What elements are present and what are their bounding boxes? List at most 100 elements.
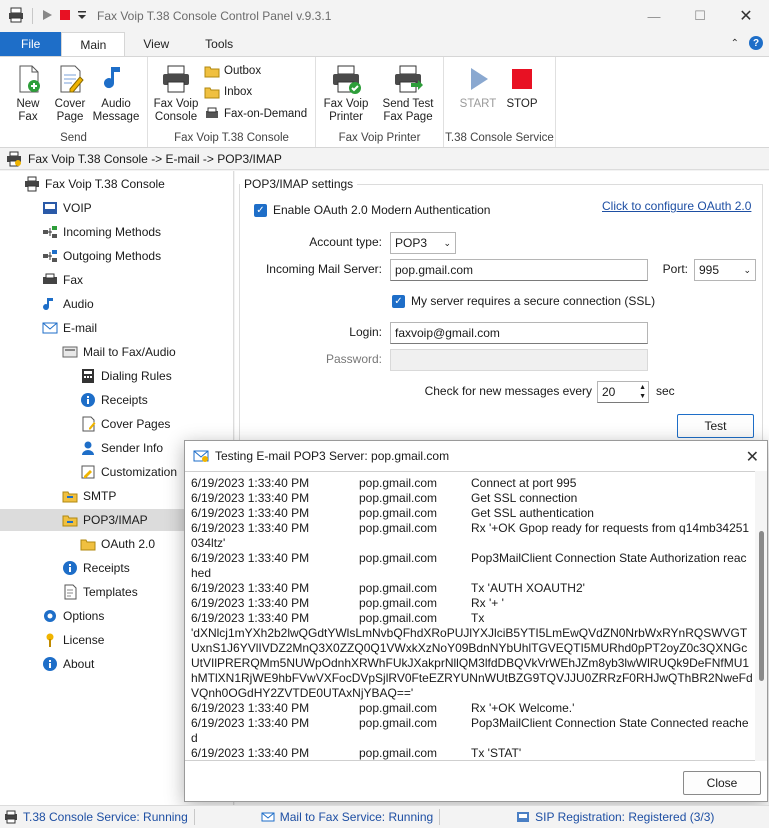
license-icon	[46, 633, 54, 647]
test-button[interactable]: Test	[677, 414, 754, 438]
options-icon	[44, 610, 56, 622]
stepper-arrows-icon[interactable]: ▲ ▼	[639, 383, 646, 401]
breadcrumb-text: Fax Voip T.38 Console -> E-mail -> POP3/…	[28, 151, 282, 166]
quick-access-toolbar	[0, 7, 87, 26]
check-interval-unit: sec	[656, 384, 675, 398]
log-scrollbar[interactable]	[755, 471, 767, 761]
log-time: 6/19/2023 1:33:40 PM	[191, 611, 310, 625]
log-row: 6/19/2023 1:33:40 PM pop.gmail.com Rx '+OK…	[185, 701, 767, 716]
log-row: 6/19/2023 1:33:40 PM pop.gmail.com Pop3Mai…	[185, 716, 767, 746]
tree-item[interactable]: Fax Voip T.38 Console	[0, 173, 233, 195]
tree-item[interactable]: E-mail	[0, 317, 233, 339]
tree-item[interactable]: Receipts	[0, 389, 233, 411]
start-icon	[471, 68, 488, 90]
dialog-title: Testing E-mail POP3 Server: pop.gmail.co…	[215, 449, 450, 463]
enable-oauth-checkbox[interactable]: ✓ Enable OAuth 2.0 Modern Authentication	[254, 203, 490, 217]
tab-file[interactable]: File	[0, 32, 62, 56]
info-icon	[81, 393, 95, 407]
pop3-icon	[62, 515, 78, 527]
close-dialog-button[interactable]: Close	[683, 771, 761, 795]
log-row: 6/19/2023 1:33:40 PM pop.gmail.com Tx 'STA…	[185, 746, 767, 760]
tree-item-label: Sender Info	[101, 441, 164, 455]
status-mail-to-fax[interactable]: Mail to Fax Service: Running	[257, 810, 437, 824]
log-row: 6/19/2023 1:33:40 PM pop.gmail.com Tx	[185, 611, 767, 626]
log-host: pop.gmail.com	[359, 476, 438, 490]
fax-on-demand-icon	[206, 107, 218, 118]
send-test-fax-page-button[interactable]: Send Test Fax Page	[378, 63, 438, 124]
ribbon-group-label: Fax Voip T.38 Console	[174, 132, 289, 144]
tree-item-label: Receipts	[83, 561, 130, 575]
inbox-icon	[204, 87, 220, 99]
password-input[interactable]	[390, 349, 648, 371]
tree-item[interactable]: Cover Pages	[0, 413, 233, 435]
log-time: 6/19/2023 1:33:40 PM	[191, 746, 310, 760]
qa-start-icon[interactable]	[41, 9, 53, 24]
ribbon-group-label: Fax Voip Printer	[338, 132, 421, 144]
check-interval-stepper[interactable]: 20 ▲ ▼	[597, 381, 649, 403]
tree-item-label: Dialing Rules	[101, 369, 172, 383]
incoming-server-input[interactable]: pop.gmail.com	[390, 259, 648, 281]
qa-dropdown-icon[interactable]	[77, 9, 87, 24]
ssl-checkbox[interactable]: ✓ My server requires a secure connection…	[392, 294, 655, 308]
account-type-select[interactable]: POP3 ⌄	[390, 232, 456, 254]
tree-item-label: Fax	[63, 273, 84, 287]
audio-message-button[interactable]: Audio Message	[93, 63, 139, 124]
qa-stop-icon[interactable]	[59, 9, 71, 24]
log-host: pop.gmail.com	[359, 581, 438, 595]
tree-item[interactable]: Audio	[0, 293, 233, 315]
tree-item[interactable]: Outgoing Methods	[0, 245, 233, 267]
tree-item-label: About	[63, 657, 95, 671]
outbox-button[interactable]: Outbox	[204, 63, 261, 79]
smtp-icon	[62, 491, 78, 503]
status-sip[interactable]: SIP Registration: Registered (3/3)	[512, 810, 718, 824]
incoming-methods-icon	[43, 226, 57, 238]
maximize-icon[interactable]: ☐	[677, 0, 723, 32]
port-select[interactable]: 995 ⌄	[694, 259, 756, 281]
inbox-button[interactable]: Inbox	[204, 84, 252, 100]
tree-item[interactable]: Incoming Methods	[0, 221, 233, 243]
tree-item[interactable]: VOIP	[0, 197, 233, 219]
status-service[interactable]: T.38 Console Service: Running	[0, 810, 192, 824]
tree-item-label: Fax Voip T.38 Console	[45, 177, 165, 191]
password-label: Password:	[325, 352, 382, 366]
collapse-ribbon-icon[interactable]: ⌃	[731, 38, 739, 49]
tree-item[interactable]: Dialing Rules	[0, 365, 233, 387]
outgoing-methods-icon	[43, 250, 57, 262]
log-time: 6/19/2023 1:33:40 PM	[191, 716, 310, 730]
fax-voip-console-button[interactable]: Fax Voip Console	[152, 63, 200, 124]
log-host: pop.gmail.com	[359, 506, 438, 520]
new-fax-button[interactable]: New Fax	[8, 63, 48, 124]
minimize-icon[interactable]: —	[631, 0, 677, 32]
close-window-icon[interactable]: ✕	[723, 0, 769, 32]
stop-service-button[interactable]: STOP	[502, 63, 542, 111]
audio-icon	[43, 298, 53, 311]
tab-tools[interactable]: Tools	[187, 32, 251, 56]
log-row: 6/19/2023 1:33:40 PM pop.gmail.com Rx '+OK…	[185, 521, 767, 551]
fax-voip-printer-button[interactable]: Fax Voip Printer	[320, 63, 372, 124]
start-service-button[interactable]: START	[458, 63, 498, 111]
log-row: 'dXNlcj1mYXh2b2lwQGdtYWlsLmNvbQFhdXRoPUJ…	[185, 626, 767, 701]
scrollbar-thumb[interactable]	[759, 531, 764, 681]
ribbon: New Fax Cover Page Audio Message Send Fa…	[0, 56, 769, 148]
log-row: 6/19/2023 1:33:40 PM pop.gmail.com Pop3Mai…	[185, 551, 767, 581]
test-log[interactable]: 6/19/2023 1:33:40 PM pop.gmail.com Connect…	[185, 471, 767, 761]
login-input[interactable]: faxvoip@gmail.com	[390, 322, 648, 344]
fax-on-demand-button[interactable]: Fax-on-Demand	[204, 106, 307, 122]
checkbox-checked-icon: ✓	[254, 203, 267, 217]
tree-item-label: VOIP	[63, 201, 92, 215]
tree-item-label: Outgoing Methods	[63, 249, 162, 263]
tree-item[interactable]: Fax	[0, 269, 233, 291]
templates-icon	[64, 584, 77, 600]
tab-main[interactable]: Main	[61, 32, 126, 56]
tree-item[interactable]: Mail to Fax/Audio	[0, 341, 233, 363]
console-icon	[25, 176, 39, 192]
help-icon[interactable]: ?	[749, 36, 763, 50]
dialog-close-icon[interactable]: ✕	[746, 447, 759, 467]
chevron-down-icon: ⌄	[743, 264, 751, 275]
incoming-server-label: Incoming Mail Server:	[265, 262, 382, 276]
cover-page-button[interactable]: Cover Page	[50, 63, 90, 124]
ribbon-group-service: START STOP T.38 Console Service	[444, 57, 556, 147]
log-host: pop.gmail.com	[359, 521, 438, 535]
configure-oauth-link[interactable]: Click to configure OAuth 2.0	[602, 199, 751, 213]
tab-view[interactable]: View	[125, 32, 187, 56]
